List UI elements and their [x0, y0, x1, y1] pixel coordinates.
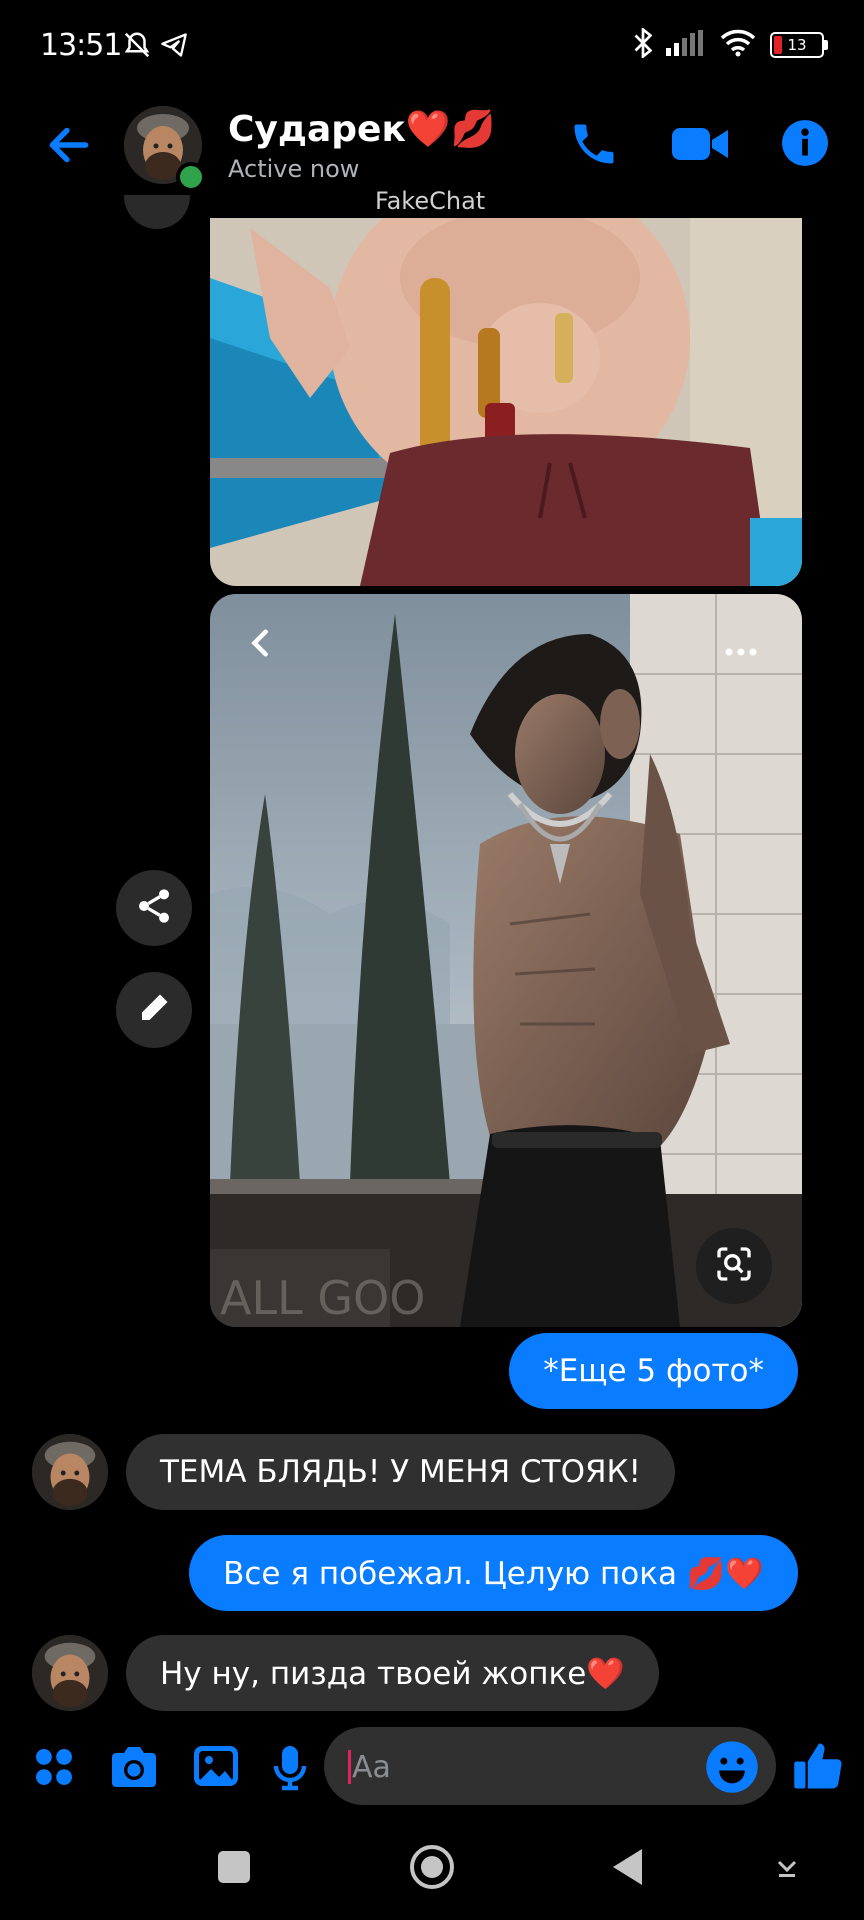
watermark: FakeChat [375, 187, 486, 215]
text-caret [348, 1750, 351, 1784]
sender-avatar[interactable] [32, 1635, 108, 1711]
contact-name[interactable]: Сударек❤️💋 [228, 108, 496, 150]
recents-square-icon[interactable] [218, 1851, 250, 1883]
battery-indicator: 13 [770, 32, 828, 58]
visual-search-button[interactable] [696, 1228, 772, 1304]
phone-icon[interactable] [568, 118, 620, 174]
sender-avatar[interactable] [32, 1434, 108, 1510]
message-bubble-out[interactable]: Все я побежал. Целую пока 💋❤️ [189, 1535, 798, 1611]
apps-grid-icon[interactable] [32, 1745, 76, 1793]
back-triangle-icon[interactable] [610, 1847, 644, 1891]
back-arrow-icon[interactable] [44, 120, 94, 174]
signal-icon [666, 30, 706, 60]
gallery-icon[interactable] [192, 1742, 240, 1794]
photo-overlay-text: ALL GOO [220, 1271, 425, 1325]
edit-button[interactable] [116, 972, 192, 1048]
info-icon[interactable] [780, 118, 830, 172]
bluetooth-icon [634, 26, 653, 62]
microphone-icon[interactable] [270, 1744, 310, 1796]
status-icons: 13 [634, 26, 828, 62]
scrolled-avatar [124, 195, 190, 229]
more-options-icon[interactable] [724, 642, 758, 661]
message-bubble-out[interactable]: *Еще 5 фото* [509, 1333, 798, 1409]
camera-icon[interactable] [108, 1744, 160, 1794]
home-circle-icon[interactable] [408, 1843, 456, 1895]
video-camera-icon[interactable] [670, 118, 730, 174]
photo-1[interactable] [210, 218, 802, 586]
contact-status: Active now [228, 155, 360, 183]
chevron-left-icon[interactable] [248, 628, 272, 662]
wifi-icon [720, 29, 756, 61]
status-time: 13:51 [40, 28, 122, 63]
share-icon [134, 886, 174, 930]
emoji-icon[interactable] [704, 1739, 760, 1799]
message-bubble-in[interactable]: Ну ну, пизда твоей жопке❤️ [126, 1635, 659, 1711]
muted-bell-icon [122, 30, 152, 64]
message-input-placeholder: Aa [352, 1750, 391, 1785]
zoom-scan-icon [714, 1244, 754, 1288]
pencil-icon [136, 990, 172, 1030]
online-indicator [176, 162, 206, 192]
thumbs-up-icon[interactable] [792, 1738, 846, 1798]
keyboard-hide-icon[interactable] [774, 1854, 800, 1884]
photo-2[interactable]: ALL GOO [210, 594, 802, 1327]
share-button[interactable] [116, 870, 192, 946]
telegram-icon [160, 32, 188, 62]
message-bubble-in[interactable]: ТЕМА БЛЯДЬ! У МЕНЯ СТОЯК! [126, 1434, 675, 1510]
